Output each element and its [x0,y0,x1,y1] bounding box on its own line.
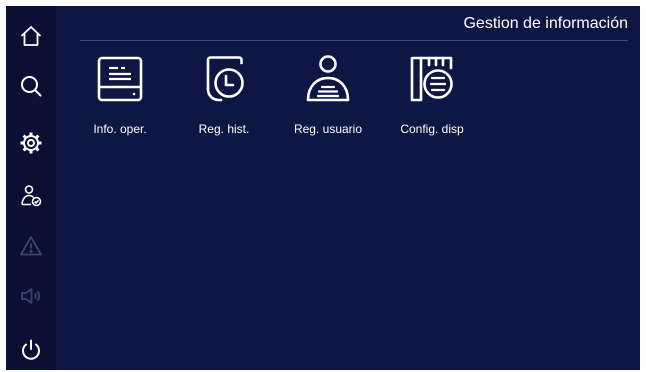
tile-label: Config. disp [400,122,464,136]
tile-reg-hist[interactable]: Reg. hist. [172,54,276,144]
tile-info-oper[interactable]: Info. oper. [68,54,172,144]
sidebar-item-users[interactable] [6,176,56,216]
search-icon [21,76,42,97]
page-title: Gestion de información [463,15,628,32]
sidebar-item-sound [6,276,56,316]
tile-reg-usuario[interactable]: Reg. usuario [276,54,380,144]
sidebar-item-power[interactable] [6,330,56,370]
home-icon [20,26,42,46]
warning-icon [20,236,42,256]
user-check-icon [21,185,42,207]
speaker-icon [21,288,41,304]
sidebar [6,6,56,370]
user-record-icon [306,55,350,102]
sidebar-item-settings[interactable] [6,123,56,163]
tile-label: Info. oper. [93,122,147,136]
tile-config-disp[interactable]: Config. disp [380,54,484,144]
power-icon [22,339,40,360]
sidebar-item-home[interactable] [6,16,56,56]
header-divider [80,40,628,41]
sidebar-item-alarms [6,226,56,266]
tile-label: Reg. hist. [198,122,250,136]
device-config-icon [410,56,453,102]
screen: Gestion de información Info. oper. Reg. … [6,6,640,370]
sidebar-item-search[interactable] [6,66,56,106]
document-icon [97,56,143,102]
gear-icon [20,132,42,154]
history-clock-icon [206,56,244,102]
tile-label: Reg. usuario [293,122,363,136]
